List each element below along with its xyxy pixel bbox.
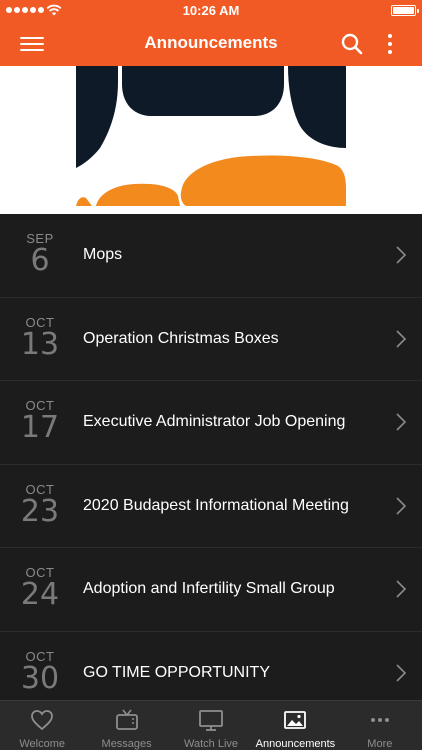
announcement-row[interactable]: OCT 23 2020 Budapest Informational Meeti… — [0, 464, 422, 548]
announcement-title: 2020 Budapest Informational Meeting — [83, 496, 349, 514]
chevron-right-icon — [396, 246, 406, 264]
announcement-row[interactable]: OCT 24 Adoption and Infertility Small Gr… — [0, 548, 422, 632]
tab-label: Announcements — [255, 738, 336, 750]
banner-artwork — [0, 66, 422, 214]
date-badge: OCT 30 — [14, 649, 66, 696]
announcement-row[interactable]: OCT 30 GO TIME OPPORTUNITY — [0, 631, 422, 700]
date-badge: SEP 6 — [14, 232, 66, 276]
tab-label: Welcome — [19, 738, 66, 750]
date-day: 13 — [20, 326, 60, 362]
date-day: 17 — [20, 410, 60, 445]
status-bar: 10:26 AM — [0, 0, 422, 22]
chevron-right-icon — [396, 664, 406, 682]
tab-label: More — [367, 738, 393, 750]
battery-icon — [391, 5, 419, 16]
tab-more[interactable]: More — [338, 701, 422, 750]
tab-watch-live[interactable]: Watch Live — [169, 701, 253, 750]
tab-label: Watch Live — [184, 738, 239, 750]
heart-icon — [31, 710, 54, 731]
tv-icon — [115, 709, 138, 730]
announcement-row[interactable]: SEP 6 Mops — [0, 214, 422, 298]
date-badge: OCT 17 — [14, 399, 66, 443]
announcement-row[interactable]: OCT 17 Executive Administrator Job Openi… — [0, 381, 422, 465]
announcement-title: Adoption and Infertility Small Group — [83, 580, 335, 598]
chevron-right-icon — [396, 330, 406, 348]
tab-welcome[interactable]: Welcome — [0, 701, 84, 750]
tab-bar: Welcome Messages Watch Live Announcement… — [0, 700, 422, 750]
date-badge: OCT 24 — [14, 566, 66, 610]
announcement-row[interactable]: OCT 13 Operation Christmas Boxes — [0, 297, 422, 381]
more-options-button[interactable] — [376, 31, 404, 57]
banner-image — [0, 66, 422, 214]
announcement-title: Mops — [83, 246, 123, 264]
chevron-right-icon — [396, 413, 406, 431]
monitor-icon — [199, 710, 223, 731]
more-dots-icon — [370, 718, 389, 722]
date-day: 24 — [20, 577, 60, 612]
date-day: 30 — [20, 660, 60, 696]
date-day: 6 — [30, 243, 50, 278]
vertical-dots-icon — [388, 34, 392, 38]
nav-bar: Announcements — [0, 22, 422, 66]
tab-announcements[interactable]: Announcements — [253, 701, 337, 750]
date-badge: OCT 23 — [14, 482, 66, 529]
tab-label: Messages — [101, 738, 152, 750]
announcement-title: Executive Administrator Job Opening — [83, 413, 346, 431]
announcement-list: SEP 6 Mops OCT 13 Operation Christmas Bo… — [0, 214, 422, 700]
image-icon — [284, 711, 307, 729]
date-badge: OCT 13 — [14, 315, 66, 362]
search-icon[interactable] — [340, 32, 364, 56]
announcement-title: Operation Christmas Boxes — [83, 329, 279, 347]
chevron-right-icon — [396, 580, 406, 598]
tab-messages[interactable]: Messages — [84, 701, 168, 750]
announcement-title: GO TIME OPPORTUNITY — [83, 663, 270, 681]
status-time: 10:26 AM — [182, 3, 240, 18]
date-day: 23 — [20, 493, 60, 529]
chevron-right-icon — [396, 497, 406, 515]
